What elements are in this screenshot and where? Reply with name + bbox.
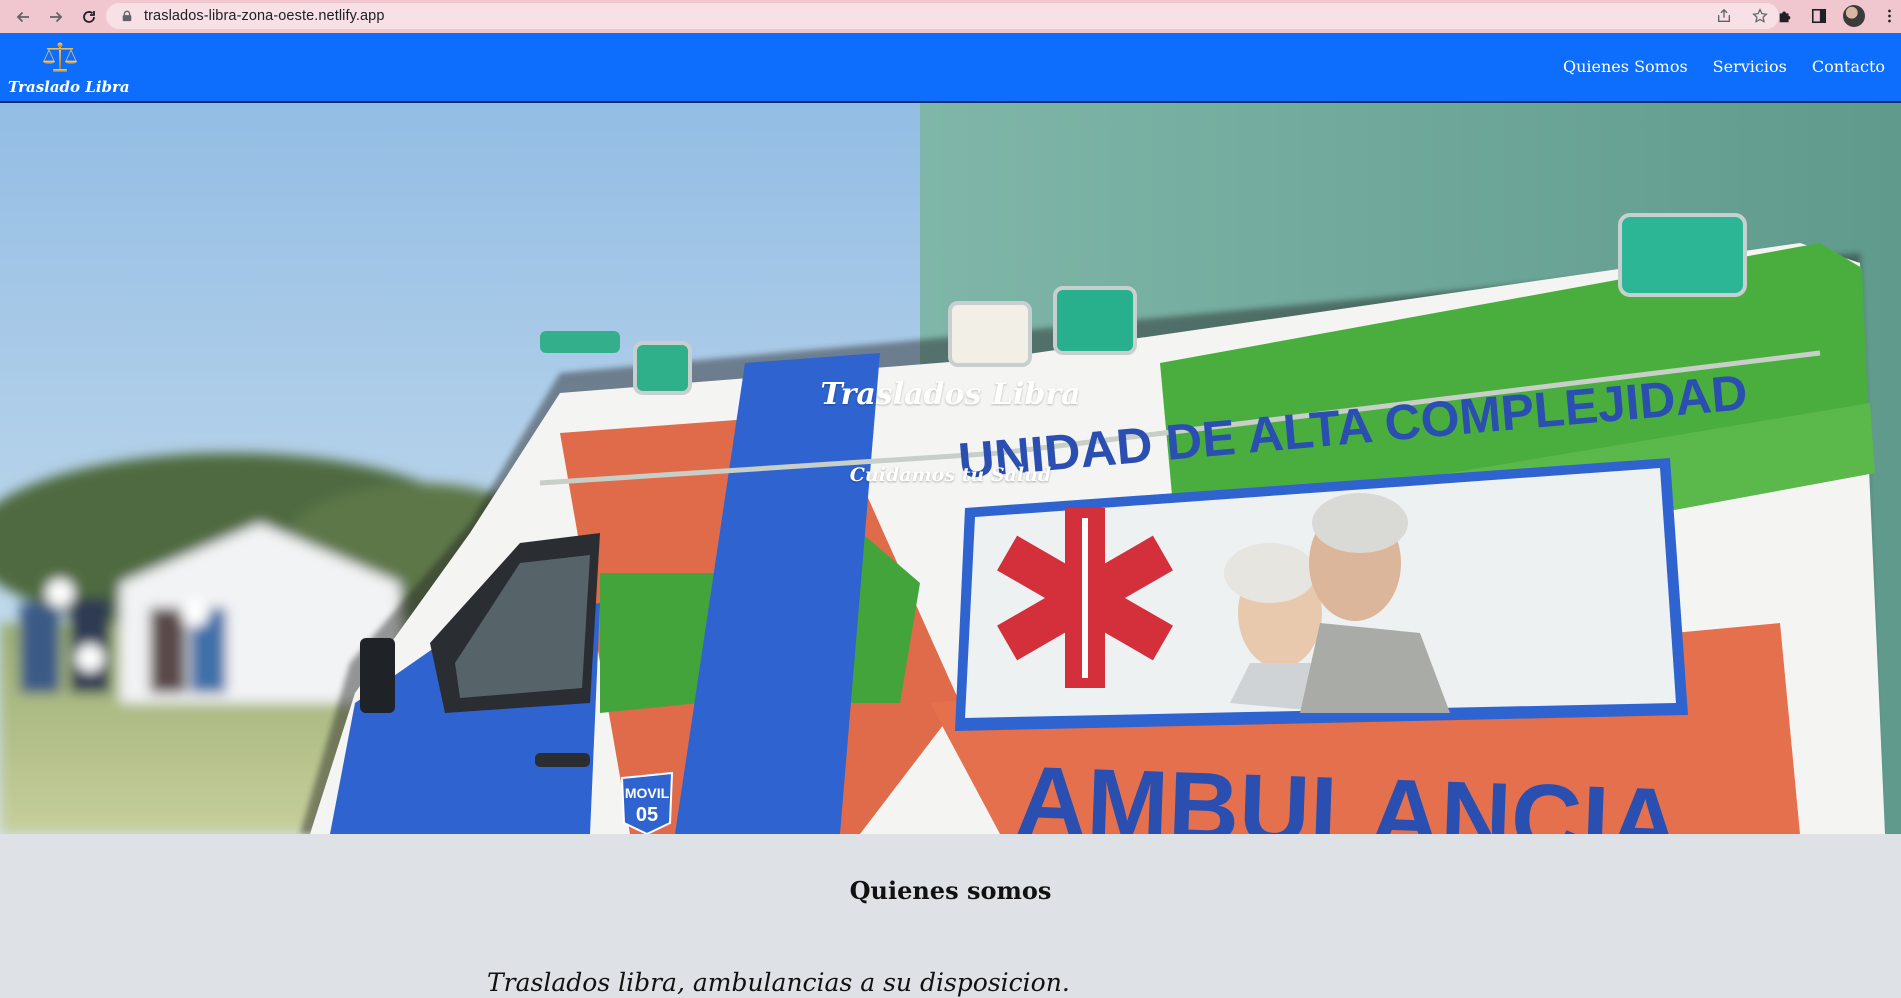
hero-title: Traslados Libra <box>820 377 1081 412</box>
share-icon[interactable] <box>1715 7 1733 25</box>
nav-link-quienes-somos[interactable]: Quienes Somos <box>1563 57 1688 76</box>
puzzle-icon[interactable] <box>1775 6 1795 26</box>
about-tagline: Traslados libra, ambulancias a su dispos… <box>487 968 1070 997</box>
nav-links: Quienes Somos Servicios Contacto <box>1563 57 1885 76</box>
forward-arrow-icon[interactable] <box>40 1 71 32</box>
profile-avatar[interactable] <box>1843 5 1865 27</box>
about-heading: Quienes somos <box>849 876 1052 905</box>
hero-section: UNIDAD DE ALTA COMPLEJIDAD MOVIL 05 AMBU… <box>0 103 1901 834</box>
scales-of-justice-icon <box>43 42 77 72</box>
back-arrow-icon[interactable] <box>7 1 38 32</box>
unit-badge-line2: 05 <box>636 804 658 826</box>
side-panel-icon[interactable] <box>1809 6 1829 26</box>
unit-badge-line1: MOVIL <box>625 785 670 801</box>
nav-link-servicios[interactable]: Servicios <box>1713 57 1787 76</box>
brand-link[interactable]: Traslado Libra <box>8 41 130 97</box>
about-section: Quienes somos Traslados libra, ambulanci… <box>0 834 1901 998</box>
reload-icon[interactable] <box>73 1 104 32</box>
kebab-menu-icon[interactable] <box>1879 6 1899 26</box>
browser-toolbar: traslados-libra-zona-oeste.netlify.app <box>0 0 1901 33</box>
brand-name[interactable]: Traslado Libra <box>8 79 130 95</box>
url-text[interactable]: traslados-libra-zona-oeste.netlify.app <box>144 8 385 24</box>
site-navbar: Traslado Libra Quienes Somos Servicios C… <box>0 33 1901 103</box>
hero-subtitle: Cuidamos tu Salud <box>849 464 1052 486</box>
address-bar[interactable]: traslados-libra-zona-oeste.netlify.app <box>106 3 1779 29</box>
star-icon[interactable] <box>1751 7 1769 25</box>
lock-icon[interactable] <box>120 9 134 23</box>
nav-link-contacto[interactable]: Contacto <box>1812 57 1885 76</box>
